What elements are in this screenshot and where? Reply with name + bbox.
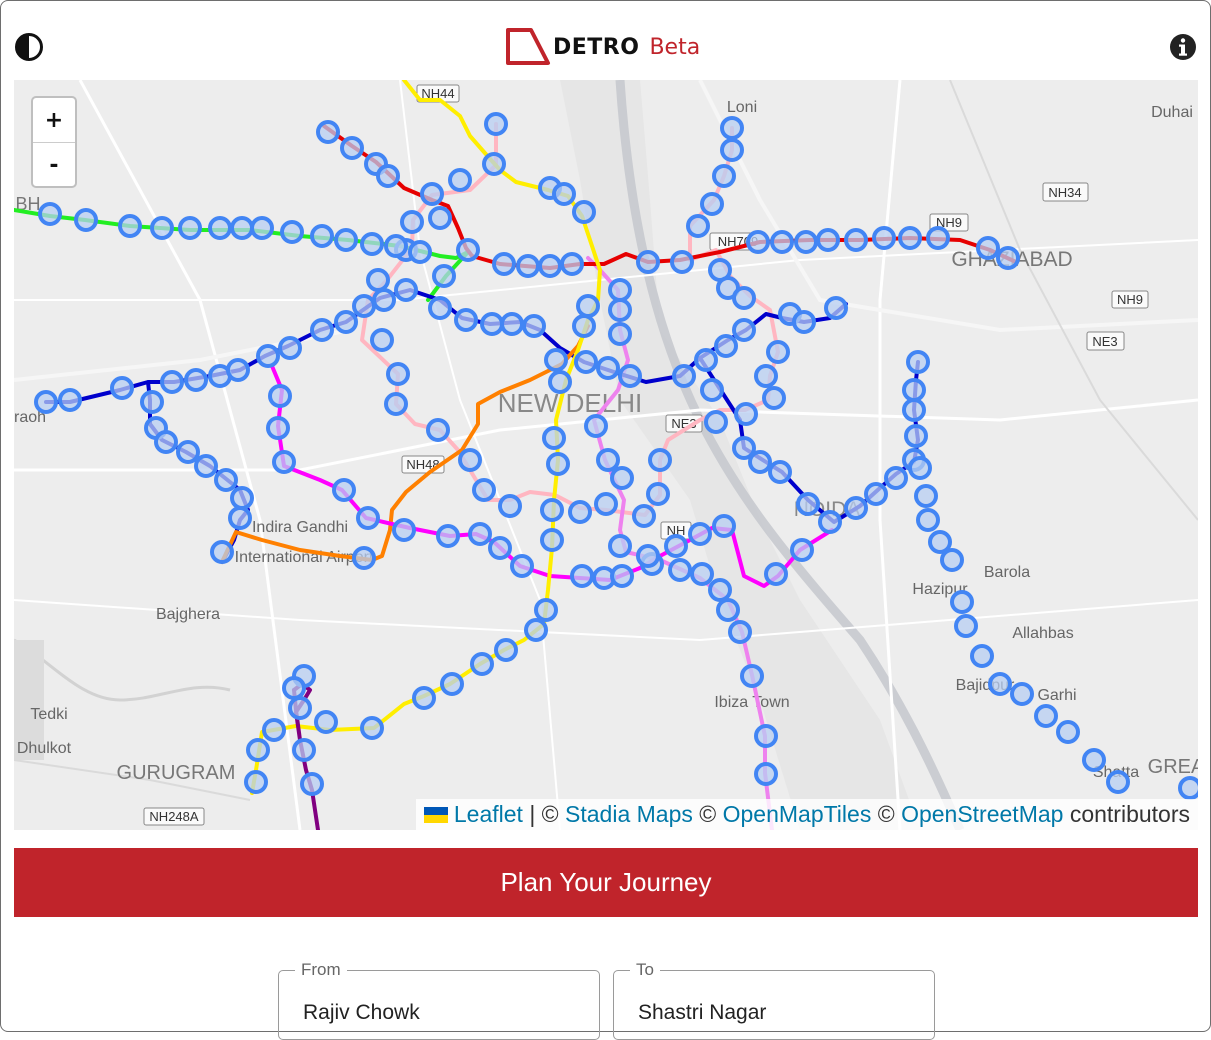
zoom-out-button[interactable]: - <box>33 142 75 187</box>
zoom-in-button[interactable]: + <box>33 98 75 142</box>
leaflet-link[interactable]: Leaflet <box>454 801 523 827</box>
svg-text:GREA: GREA <box>1148 756 1198 778</box>
info-button[interactable] <box>1168 32 1198 62</box>
ukraine-flag-icon <box>423 807 448 823</box>
copyright-symbol: © <box>877 801 895 827</box>
svg-text:Allahbas: Allahbas <box>1012 625 1073 642</box>
detro-logo-icon <box>506 28 550 65</box>
from-label: From <box>295 960 347 980</box>
road-shield-nh9-east: NH9 <box>1111 290 1149 309</box>
svg-text:Dhulkot: Dhulkot <box>17 740 72 757</box>
road-shield-nh248a: NH248A <box>143 807 205 826</box>
contrast-icon <box>15 33 43 61</box>
metro-map[interactable]: NH44 NH34 NH9 NH709 NH9 NE3 NE3 NH48 NH … <box>14 80 1198 830</box>
openstreetmap-link[interactable]: OpenStreetMap <box>901 801 1063 827</box>
svg-text:Tedki: Tedki <box>30 706 67 723</box>
app-brand: DETRO Beta <box>505 26 700 68</box>
svg-text:NH248A: NH248A <box>149 809 198 824</box>
openmaptiles-link[interactable]: OpenMapTiles <box>723 801 872 827</box>
svg-text:Ibiza Town: Ibiza Town <box>714 694 789 711</box>
road-shield-nh34: NH34 <box>1042 182 1089 202</box>
info-icon <box>1170 34 1196 60</box>
copyright-symbol: © <box>699 801 717 827</box>
stadia-maps-link[interactable]: Stadia Maps <box>565 801 693 827</box>
map-canvas[interactable]: NH44 NH34 NH9 NH709 NH9 NE3 NE3 NH48 NH … <box>14 80 1198 830</box>
to-label: To <box>630 960 660 980</box>
from-field[interactable]: From <box>278 960 600 1040</box>
app-name: DETRO <box>553 34 640 60</box>
contributors-text: contributors <box>1069 801 1190 827</box>
to-field[interactable]: To <box>613 960 935 1040</box>
svg-text:NH9: NH9 <box>1117 292 1143 307</box>
svg-text:NE3: NE3 <box>1092 334 1117 349</box>
plan-journey-header[interactable]: Plan Your Journey <box>14 848 1198 917</box>
svg-text:GURUGRAM: GURUGRAM <box>117 762 236 784</box>
svg-text:Indira Gandhi: Indira Gandhi <box>252 519 348 536</box>
svg-text:NH34: NH34 <box>1048 185 1081 200</box>
svg-text:Barola: Barola <box>984 564 1030 581</box>
theme-toggle-button[interactable] <box>14 32 44 62</box>
attribution-separator: | © <box>529 801 559 827</box>
map-attribution: Leaflet | © Stadia Maps © OpenMapTiles ©… <box>415 799 1198 830</box>
to-station-input[interactable] <box>614 1001 934 1025</box>
from-station-input[interactable] <box>279 1001 599 1025</box>
road-shield-ne3: NE3 <box>1086 331 1125 351</box>
svg-text:Garhi: Garhi <box>1037 687 1076 704</box>
svg-text:Loni: Loni <box>727 99 757 116</box>
svg-text:Bajghera: Bajghera <box>156 606 220 623</box>
beta-badge: Beta <box>649 34 701 60</box>
zoom-control: + - <box>31 96 77 188</box>
svg-text:NEW DELHI: NEW DELHI <box>498 388 642 418</box>
svg-text:Duhai: Duhai <box>1151 104 1193 121</box>
